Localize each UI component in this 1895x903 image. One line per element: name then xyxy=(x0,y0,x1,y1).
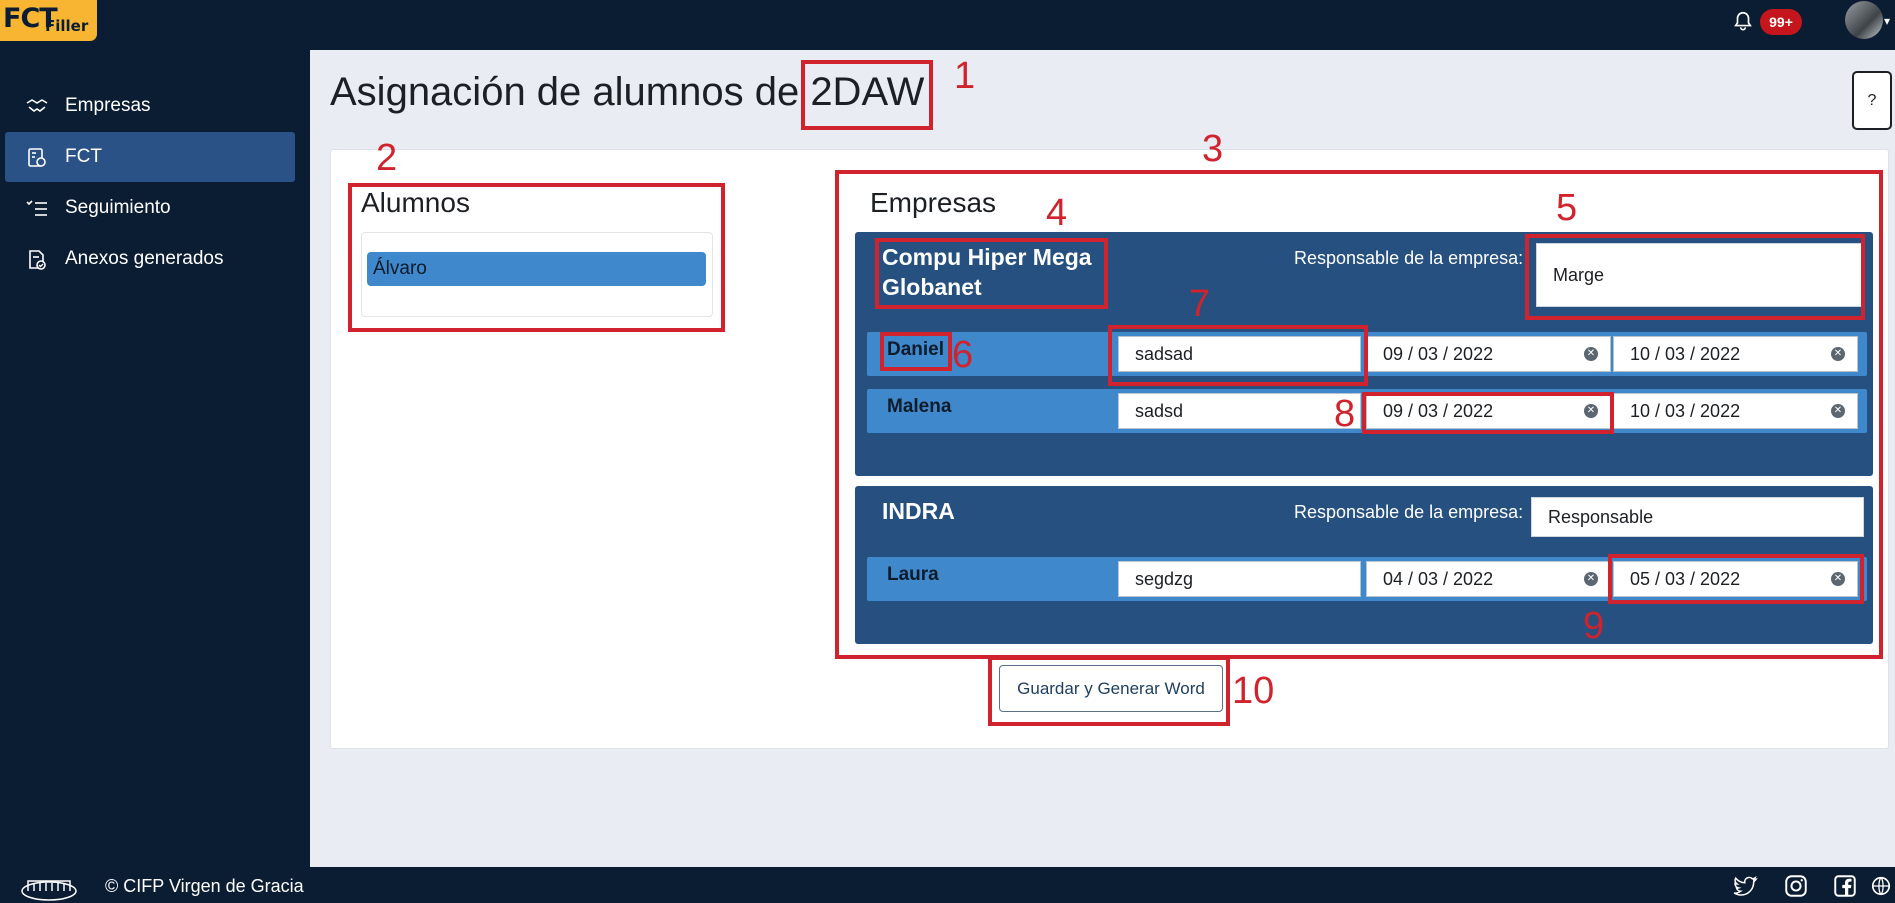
user-avatar[interactable] xyxy=(1845,1,1883,39)
school-logo-icon xyxy=(21,880,77,901)
sidebar-item-empresas[interactable]: Empresas xyxy=(5,81,295,131)
annotation-number-8: 8 xyxy=(1334,393,1356,435)
handshake-icon xyxy=(26,99,48,112)
annotation-number-5: 5 xyxy=(1556,187,1578,229)
instagram-icon[interactable] xyxy=(1783,873,1809,899)
annotation-box-1 xyxy=(801,60,933,130)
document-check-icon xyxy=(29,250,46,270)
notification-badge[interactable]: 99+ xyxy=(1760,9,1802,35)
annotation-number-10: 10 xyxy=(1232,670,1275,712)
annotation-box-7 xyxy=(1108,325,1368,386)
sidebar-item-anexos[interactable]: Anexos generados xyxy=(5,234,295,284)
chevron-down-icon[interactable]: ▾ xyxy=(1884,14,1890,28)
annotation-number-1: 1 xyxy=(954,55,976,97)
annotation-box-6 xyxy=(880,332,952,371)
sidebar-item-fct[interactable]: FCT xyxy=(5,132,295,182)
annotation-number-3: 3 xyxy=(1202,128,1224,170)
fct-filler-logo[interactable]: FCT Filler xyxy=(0,0,97,41)
annotation-number-2: 2 xyxy=(376,137,398,179)
sidebar: Empresas FCT Seguimiento Anexos generado… xyxy=(0,50,310,867)
annotation-box-9 xyxy=(1608,554,1864,604)
annotation-number-4: 4 xyxy=(1046,192,1068,234)
facebook-icon[interactable] xyxy=(1832,873,1858,899)
sidebar-item-label: Empresas xyxy=(65,95,151,116)
document-settings-icon xyxy=(28,148,46,167)
web-icon[interactable] xyxy=(1870,873,1892,899)
checklist-icon xyxy=(26,200,47,216)
annotation-box-4 xyxy=(875,238,1108,309)
sidebar-item-seguimiento[interactable]: Seguimiento xyxy=(5,183,295,233)
sidebar-item-label: Seguimiento xyxy=(65,197,171,218)
footer: © CIFP Virgen de Gracia xyxy=(0,867,1895,903)
footer-copyright: © CIFP Virgen de Gracia xyxy=(105,876,304,896)
sidebar-item-label: Anexos generados xyxy=(65,248,224,269)
logo-subtext: Filler xyxy=(45,17,89,35)
twitter-icon[interactable] xyxy=(1732,873,1758,899)
page-title-prefix: Asignación de alumnos de xyxy=(330,70,811,114)
help-button[interactable]: ? xyxy=(1852,71,1892,130)
annotation-number-7: 7 xyxy=(1189,283,1211,325)
annotation-box-10 xyxy=(988,656,1230,726)
annotation-box-5 xyxy=(1525,234,1865,320)
bell-icon[interactable] xyxy=(1732,9,1754,33)
annotation-box-8 xyxy=(1362,392,1614,434)
annotation-box-2 xyxy=(348,183,725,332)
top-bar: FCT Filler 99+ ▾ xyxy=(0,0,1895,50)
sidebar-item-label: FCT xyxy=(65,146,102,167)
annotation-number-6: 6 xyxy=(952,334,974,376)
annotation-number-9: 9 xyxy=(1583,605,1605,647)
